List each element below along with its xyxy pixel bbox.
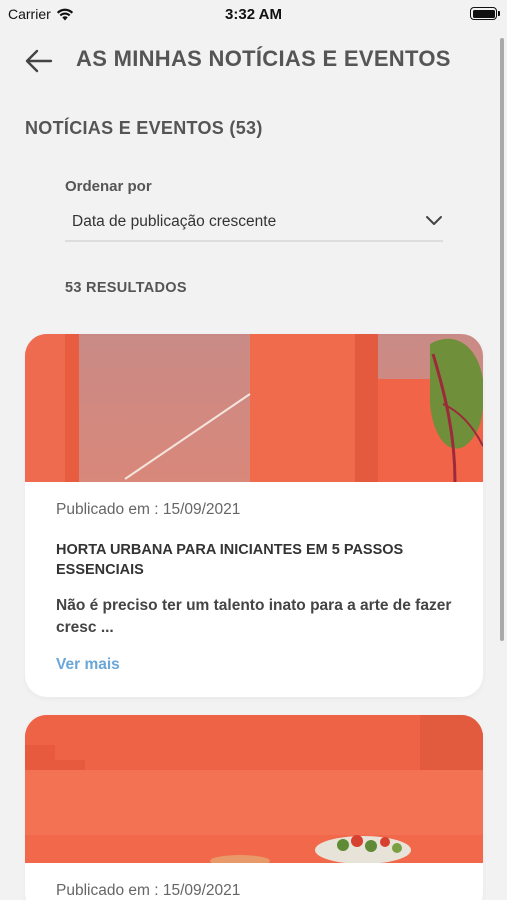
battery-level	[472, 9, 495, 18]
news-card-body: Publicado em : 15/09/2021	[25, 863, 483, 900]
news-card-date: Publicado em : 15/09/2021	[56, 501, 241, 518]
news-card-body: Publicado em : 15/09/2021 HORTA URBANA P…	[25, 482, 483, 674]
arrow-left-icon[interactable]	[24, 48, 54, 74]
news-card-date: Publicado em : 15/09/2021	[56, 882, 241, 899]
status-time: 3:32 AM	[225, 6, 282, 23]
sort-dropdown[interactable]: Data de publicação crescente	[65, 202, 443, 242]
header: AS MINHAS NOTÍCIAS E EVENTOS	[0, 40, 507, 80]
news-card-image	[25, 715, 483, 863]
results-count: 53 RESULTADOS	[65, 280, 187, 296]
sort-label: Ordenar por	[65, 178, 152, 195]
news-card-image	[25, 334, 483, 482]
news-card-excerpt: Não é preciso ter um talento inato para …	[56, 597, 452, 636]
scrollbar[interactable]	[500, 38, 504, 641]
chevron-down-icon	[426, 216, 442, 225]
page-title: AS MINHAS NOTÍCIAS E EVENTOS	[76, 46, 451, 71]
news-card[interactable]: Publicado em : 15/09/2021	[25, 715, 483, 900]
news-card-more-link[interactable]: Ver mais	[56, 656, 120, 674]
battery-tip	[498, 11, 500, 16]
news-card-title: HORTA URBANA PARA INICIANTES EM 5 PASSOS…	[56, 542, 404, 578]
section-title: NOTÍCIAS E EVENTOS (53)	[25, 118, 263, 138]
status-bar: Carrier 3:32 AM	[0, 0, 507, 28]
battery-icon	[470, 7, 500, 20]
news-card[interactable]: Publicado em : 15/09/2021 HORTA URBANA P…	[25, 334, 483, 697]
sort-selected-value: Data de publicação crescente	[72, 213, 277, 230]
